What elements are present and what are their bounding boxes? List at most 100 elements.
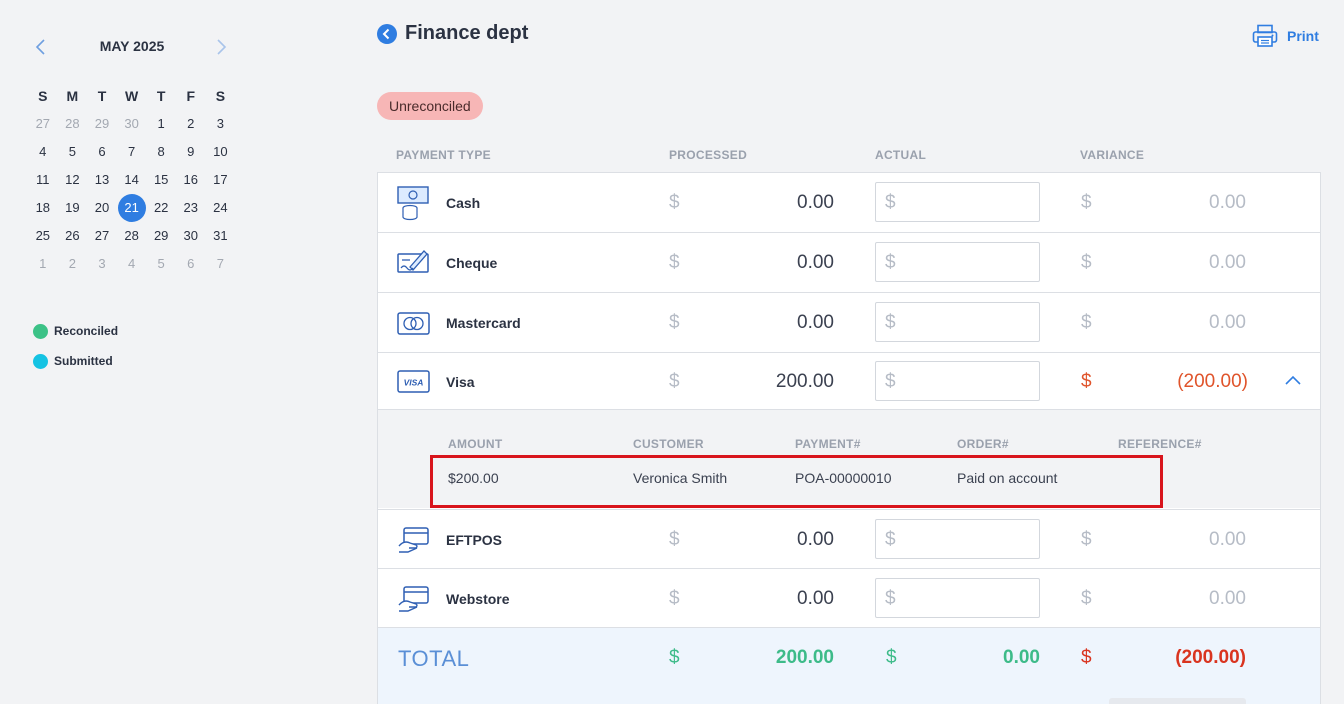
calendar-day[interactable]: 17 [206,166,236,194]
calendar-day[interactable]: 29 [87,110,117,138]
currency-symbol: $ [1081,371,1092,392]
calendar-day[interactable]: 19 [58,194,88,222]
payment-type-label: Webstore [446,591,510,607]
total-actual: 0.00 [1003,647,1040,668]
calendar-day-number: 5 [157,256,165,271]
calendar-day[interactable]: 14 [117,166,147,194]
back-button[interactable] [377,24,397,44]
actual-amount-input[interactable]: $ [875,361,1040,401]
currency-symbol: $ [885,192,896,213]
payment-row-webstore[interactable]: Webstore $ 0.00 $ $ 0.00 [378,569,1320,628]
calendar-day[interactable]: 23 [176,194,206,222]
calendar-day[interactable]: 25 [28,222,58,250]
calendar-day[interactable]: 7 [117,138,147,166]
currency-symbol: $ [1081,529,1092,550]
calendar-day-number: 27 [94,228,110,243]
eftpos-icon [396,522,432,558]
calendar-day[interactable]: 31 [206,222,236,250]
calendar-day[interactable]: 9 [176,138,206,166]
detail-header-order: ORDER# [957,437,1009,451]
calendar-day[interactable]: 13 [87,166,117,194]
payment-row-mastercard[interactable]: Mastercard $ 0.00 $ $ 0.00 [378,293,1320,353]
calendar-day[interactable]: 26 [58,222,88,250]
payment-row-eftpos[interactable]: EFTPOS $ 0.00 $ $ 0.00 [378,509,1320,569]
calendar-day[interactable]: 5 [146,250,176,278]
next-month-button[interactable] [213,38,229,56]
calendar-day[interactable]: 10 [206,138,236,166]
calendar-day[interactable]: 7 [206,250,236,278]
calendar-day[interactable]: 16 [176,166,206,194]
calendar-day-selected[interactable]: 21 [117,194,147,222]
calendar-day-number: 2 [68,256,76,271]
calendar-day[interactable]: 27 [87,222,117,250]
variance-amount: 0.00 [1209,312,1246,333]
detail-header-customer: CUSTOMER [633,437,704,451]
calendar-day[interactable]: 2 [176,110,206,138]
calendar-day[interactable]: 22 [146,194,176,222]
calendar-day[interactable]: 28 [58,110,88,138]
currency-symbol: $ [1081,252,1092,273]
payment-row-visa[interactable]: VISA Visa $ 200.00 $ $ (200.00) [378,353,1320,410]
calendar-day[interactable]: 15 [146,166,176,194]
currency-symbol: $ [1081,647,1092,668]
payment-type-label: Cash [446,195,481,211]
calendar-day[interactable]: 29 [146,222,176,250]
payment-row-cash[interactable]: Cash $ 0.00 $ $ 0.00 [378,173,1320,233]
actual-amount-input[interactable]: $ [875,182,1040,222]
currency-symbol: $ [886,647,897,668]
calendar-day[interactable]: 28 [117,222,147,250]
calendar-day[interactable]: 6 [87,138,117,166]
calendar-day-number: 29 [94,116,110,131]
calendar-day-number: 7 [216,256,224,271]
variance-amount: 0.00 [1209,588,1246,609]
calendar-day[interactable]: 12 [58,166,88,194]
collapse-row-button[interactable] [1283,371,1303,391]
calendar-day[interactable]: 18 [28,194,58,222]
day-of-week-label: T [156,88,166,104]
actual-amount-input[interactable]: $ [875,519,1040,559]
calendar-day[interactable]: 20 [87,194,117,222]
currency-symbol: $ [669,529,680,550]
legend-item-reconciled: Reconciled [33,316,118,346]
calendar-day[interactable]: 4 [117,250,147,278]
print-button[interactable]: Print [1252,24,1319,48]
calendar-day-number: 6 [98,144,106,159]
calendar-day[interactable]: 30 [117,110,147,138]
calendar-day[interactable]: 3 [206,110,236,138]
calendar-day-number: 30 [124,116,139,131]
calendar-day[interactable]: 1 [146,110,176,138]
processed-amount: 0.00 [797,529,834,550]
calendar-day[interactable]: 27 [28,110,58,138]
calendar-day-number: 22 [153,200,169,215]
payment-row-cheque[interactable]: Cheque $ 0.00 $ $ 0.00 [378,233,1320,293]
currency-symbol: $ [669,312,680,333]
currency-symbol: $ [885,312,896,333]
chevron-up-icon [1285,375,1301,385]
submit-button[interactable] [1109,698,1246,704]
calendar-day-number: 20 [94,200,110,215]
calendar-day-number: 3 [98,256,106,271]
calendar-day-number: 8 [157,144,165,159]
calendar-day-number: 23 [183,200,198,215]
calendar-day-number: 13 [94,172,110,187]
actual-amount-input[interactable]: $ [875,302,1040,342]
calendar-day-number: 26 [65,228,80,243]
calendar-day[interactable]: 30 [176,222,206,250]
calendar-day[interactable]: 11 [28,166,58,194]
actual-amount-input[interactable]: $ [875,578,1040,618]
calendar-day[interactable]: 6 [176,250,206,278]
actual-amount-input[interactable]: $ [875,242,1040,282]
calendar-day[interactable]: 24 [206,194,236,222]
calendar-day[interactable]: 4 [28,138,58,166]
calendar-day-number: 31 [213,228,228,243]
total-variance: (200.00) [1175,647,1246,668]
calendar-day-number: 2 [187,116,195,131]
calendar-day[interactable]: 2 [58,250,88,278]
calendar-day[interactable]: 3 [87,250,117,278]
calendar-day[interactable]: 5 [58,138,88,166]
calendar-day[interactable]: 8 [146,138,176,166]
webstore-icon [396,581,432,617]
currency-symbol: $ [885,252,896,273]
calendar-day[interactable]: 1 [28,250,58,278]
legend-item-submitted: Submitted [33,346,118,376]
